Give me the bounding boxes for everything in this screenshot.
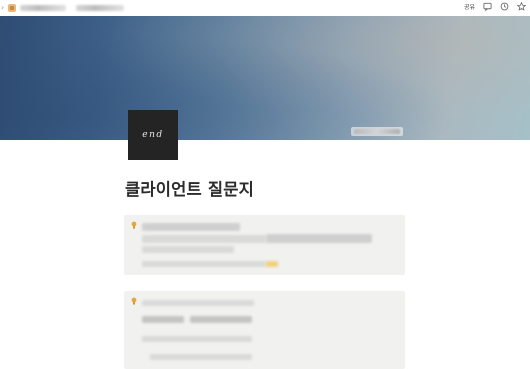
clock-icon[interactable]: [500, 2, 509, 11]
page-icon[interactable]: end: [128, 110, 178, 160]
lightbulb-icon: [131, 221, 137, 229]
blurred-text: [266, 234, 372, 243]
lightbulb-icon: [131, 297, 137, 305]
topbar-actions: 공유: [464, 2, 526, 11]
blurred-text: [142, 300, 254, 306]
blurred-text: [142, 223, 240, 231]
blurred-highlight: [266, 261, 278, 267]
workspace-icon[interactable]: [8, 3, 17, 12]
blurred-text: [142, 235, 266, 243]
page-icon-text: end: [142, 130, 164, 140]
top-bar: › 공유: [0, 0, 530, 16]
blurred-text: [142, 336, 252, 342]
breadcrumb-item[interactable]: [76, 4, 125, 11]
blurred-text: [190, 316, 252, 323]
callout-block[interactable]: [124, 291, 405, 369]
chevron-left-icon[interactable]: ›: [1, 3, 4, 12]
blurred-text: [142, 316, 184, 323]
blurred-text: [142, 246, 234, 253]
cover-image: [0, 16, 530, 140]
blurred-text: [142, 261, 266, 267]
breadcrumb: ›: [0, 3, 125, 12]
breadcrumb-item[interactable]: [20, 4, 67, 11]
change-cover-button[interactable]: [351, 127, 403, 136]
change-cover-label: [354, 129, 400, 134]
comment-icon[interactable]: [483, 2, 492, 11]
callout-block[interactable]: [124, 215, 405, 275]
page-title[interactable]: 클라이언트 질문지: [125, 176, 254, 200]
blurred-text: [150, 354, 252, 360]
star-icon[interactable]: [517, 2, 526, 11]
share-button[interactable]: 공유: [464, 2, 475, 11]
